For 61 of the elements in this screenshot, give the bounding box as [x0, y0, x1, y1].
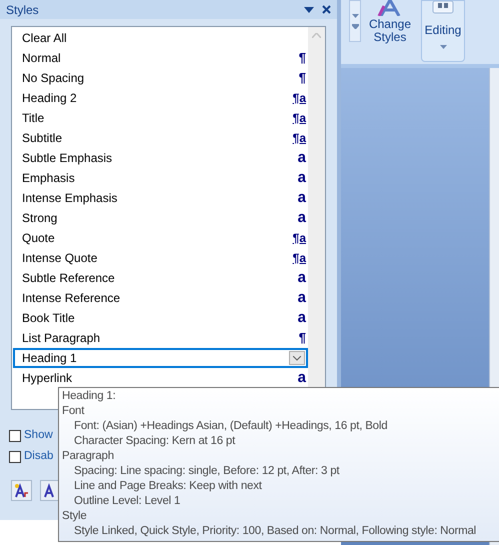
style-item[interactable]: Emphasis a	[14, 168, 308, 188]
style-item[interactable]: Subtle Reference a	[14, 268, 308, 288]
style-type-mark: ¶a	[292, 110, 306, 127]
style-item[interactable]: Heading 2 ¶a	[14, 88, 308, 108]
section-heading: Font	[62, 404, 86, 419]
style-type-mark: a	[298, 168, 306, 188]
option-label[interactable]: Disab	[24, 448, 54, 466]
editing-icon	[432, 1, 454, 15]
more-icon[interactable]	[352, 24, 358, 28]
style-item[interactable]: Subtle Emphasis a	[14, 148, 308, 168]
style-type-mark: a	[298, 308, 306, 328]
change-styles-button[interactable]: Change Styles	[361, 0, 419, 50]
style-type-mark: ¶a	[292, 130, 306, 147]
caret-icon	[440, 45, 446, 49]
style-type-mark: ¶a	[292, 250, 306, 267]
style-item[interactable]: Intense Quote ¶a	[14, 248, 308, 268]
detail-line: Spacing: Line spacing: single, Before: 12 pt, After: 3 pt	[73, 464, 340, 479]
style-item[interactable]: Title ¶a	[14, 108, 308, 128]
detail-line: Style Linked, Quick Style, Priority: 100, Based on: Normal, Following style: Normal	[73, 524, 478, 539]
dropdown-icon[interactable]	[304, 6, 314, 12]
style-item[interactable]: List Paragraph ¶	[14, 328, 308, 348]
detail-line: Font: (Asian) +Headings Asian, (Default) +Headings, 16 pt, Bold	[73, 419, 388, 434]
styles-icon	[377, 0, 403, 16]
style-item[interactable]: Strong a	[14, 208, 308, 228]
detail-line: Line and Page Breaks: Keep with next	[73, 479, 263, 494]
style-type-mark: a	[298, 288, 306, 308]
section-heading: Paragraph	[62, 449, 115, 464]
style-item[interactable]: Normal ¶	[14, 48, 308, 68]
option-label[interactable]: Show	[24, 427, 53, 444]
pane-title: Styles	[6, 2, 39, 18]
style-type-mark: ¶a	[292, 90, 306, 107]
style-item[interactable]: Book Title a	[14, 308, 308, 328]
style-type-mark: a	[298, 268, 306, 288]
style-item[interactable]: Intense Reference a	[14, 288, 308, 308]
style-item[interactable]: Quote ¶a	[14, 228, 308, 248]
close-icon[interactable]	[322, 5, 331, 14]
new-style-icon	[14, 482, 29, 498]
tooltip-title: Heading 1:	[62, 389, 117, 404]
detail-line: Outline Level: Level 1	[73, 494, 182, 509]
style-type-mark: ¶	[298, 329, 306, 348]
caret-icon	[293, 356, 301, 360]
style-type-mark: ¶	[298, 69, 306, 88]
section-heading: Style	[62, 509, 88, 524]
dropdown-button[interactable]	[289, 351, 305, 365]
style-item[interactable]: No Spacing ¶	[14, 68, 308, 88]
style-item[interactable]: Heading 1	[13, 348, 308, 368]
style-item[interactable]: Subtitle ¶a	[14, 128, 308, 148]
style-type-mark: a	[298, 148, 306, 168]
style-type-mark: a	[298, 208, 306, 228]
style-item[interactable]: Hyperlink a	[14, 368, 308, 388]
style-item[interactable]: Intense Emphasis a	[14, 188, 308, 208]
new-style-button[interactable]	[11, 480, 32, 500]
style-type-mark: ¶a	[292, 230, 306, 247]
checkbox[interactable]	[9, 430, 21, 442]
style-type-mark: a	[298, 188, 306, 208]
scroll-down-icon[interactable]	[352, 14, 358, 18]
style-type-mark: ¶	[298, 49, 306, 68]
style-item[interactable]: Clear All	[14, 28, 308, 48]
checkbox[interactable]	[9, 450, 21, 463]
style-type-mark: a	[298, 368, 306, 388]
detail-line: Character Spacing: Kern at 16 pt	[73, 434, 236, 449]
